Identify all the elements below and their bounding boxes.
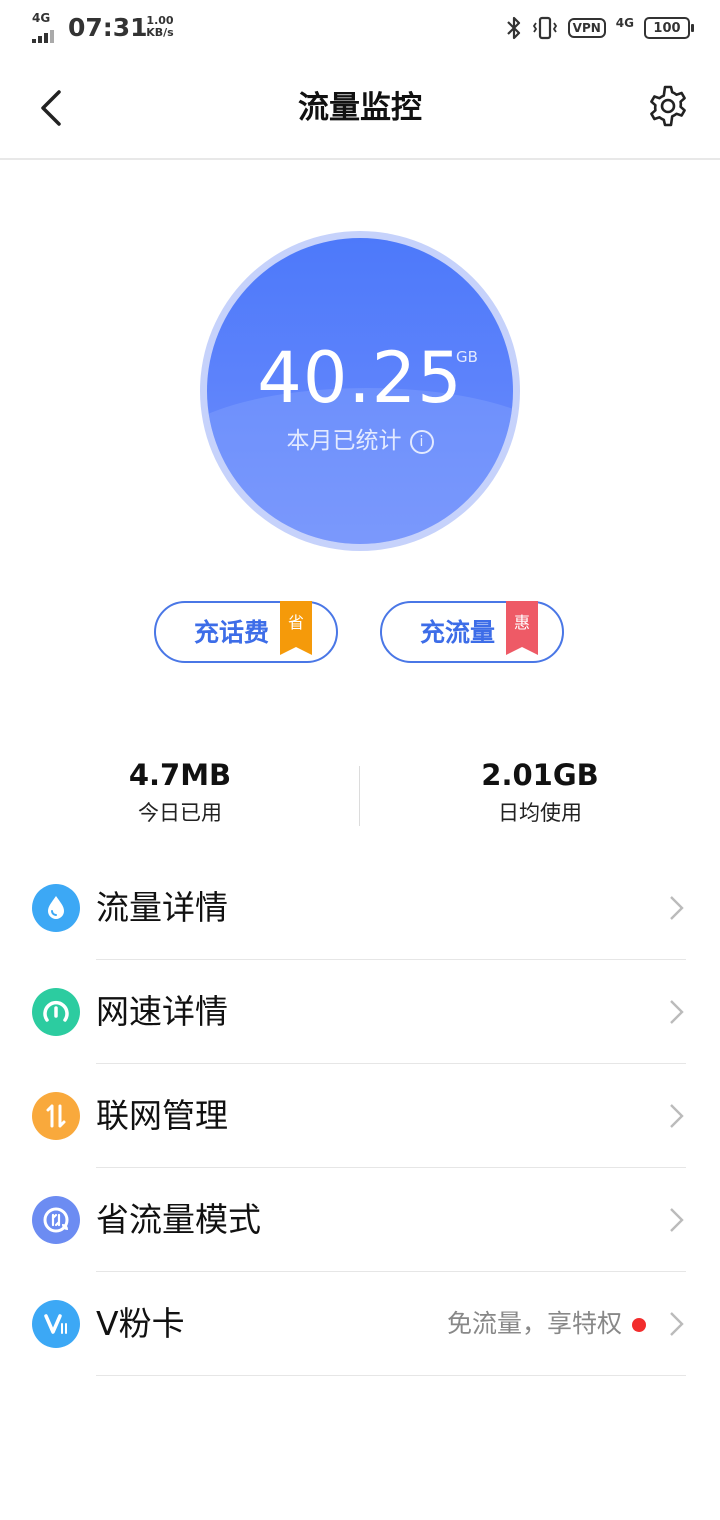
data-saver-icon <box>32 1196 80 1244</box>
battery-indicator: 100 <box>644 17 694 39</box>
signal-indicator: 4G <box>32 11 60 43</box>
today-usage-label: 今日已用 <box>138 801 222 825</box>
water-drop-icon <box>32 884 80 932</box>
page-title: 流量监控 <box>298 90 422 126</box>
menu-item-data-details[interactable]: 流量详情 <box>0 856 720 960</box>
chevron-right-icon <box>670 1000 684 1024</box>
recharge-phone-button[interactable]: 充话费 省 <box>154 601 338 663</box>
v-card-icon <box>32 1300 80 1348</box>
daily-average-label: 日均使用 <box>498 801 582 825</box>
usage-disc: 40.25 GB 本月已统计 i <box>207 238 513 544</box>
menu-item-v-fan-card[interactable]: V粉卡 免流量，享特权 <box>0 1272 720 1376</box>
app-bar: 流量监控 <box>0 56 720 160</box>
daily-average-stat: 2.01GB 日均使用 <box>360 756 720 830</box>
recharge-phone-label: 充话费 <box>194 618 270 647</box>
notification-dot <box>632 1318 646 1332</box>
today-usage-stat: 4.7MB 今日已用 <box>0 756 360 830</box>
menu-item-label: 流量详情 <box>96 888 228 927</box>
menu-item-label: 省流量模式 <box>96 1200 261 1239</box>
transfer-arrows-icon <box>32 1092 80 1140</box>
menu-item-data-saver-mode[interactable]: 省流量模式 <box>0 1168 720 1272</box>
discount-tag-text: 惠 <box>513 613 530 632</box>
chevron-right-icon <box>670 1312 684 1336</box>
menu-item-label: 联网管理 <box>96 1096 228 1135</box>
monthly-usage-caption-row: 本月已统计 i <box>207 426 513 456</box>
menu-item-speed-details[interactable]: 网速详情 <box>0 960 720 1064</box>
bluetooth-icon <box>506 16 520 40</box>
status-time: 07:31 <box>68 13 148 42</box>
recharge-data-label: 充流量 <box>420 618 496 647</box>
monthly-usage-gauge: 40.25 GB 本月已统计 i <box>200 231 520 551</box>
save-tag-text: 省 <box>287 613 304 632</box>
menu-item-label: 网速详情 <box>96 992 228 1031</box>
monthly-usage-caption: 本月已统计 <box>286 428 402 454</box>
network-speed: 1.00 KB/s <box>143 15 177 39</box>
cellular-4g-indicator: 4G <box>615 16 634 30</box>
settings-gear-icon[interactable] <box>646 84 690 128</box>
menu-item-network-management[interactable]: 联网管理 <box>0 1064 720 1168</box>
vibrate-icon <box>532 16 557 40</box>
vpn-badge: VPN <box>567 18 606 38</box>
row-divider <box>96 1375 686 1376</box>
speedometer-icon <box>32 988 80 1036</box>
v-card-promo-text: 免流量，享特权 <box>446 1309 622 1338</box>
menu-item-label: V粉卡 <box>96 1304 185 1343</box>
network-speed-unit: KB/s <box>146 26 174 39</box>
daily-average-value: 2.01GB <box>481 758 599 792</box>
status-bar: 4G 07:31 1.00 KB/s VPN 4G 100 <box>0 0 720 56</box>
chevron-right-icon <box>670 1208 684 1232</box>
save-tag-badge: 省 <box>280 601 312 655</box>
chevron-right-icon <box>670 1104 684 1128</box>
discount-tag-badge: 惠 <box>506 601 538 655</box>
info-icon[interactable]: i <box>409 430 434 454</box>
chevron-right-icon <box>670 896 684 920</box>
monthly-usage-unit: GB <box>456 348 478 366</box>
network-type-label: 4G <box>32 11 51 25</box>
signal-bars-icon <box>32 30 54 43</box>
recharge-data-button[interactable]: 充流量 惠 <box>380 601 564 663</box>
today-usage-value: 4.7MB <box>128 758 232 792</box>
